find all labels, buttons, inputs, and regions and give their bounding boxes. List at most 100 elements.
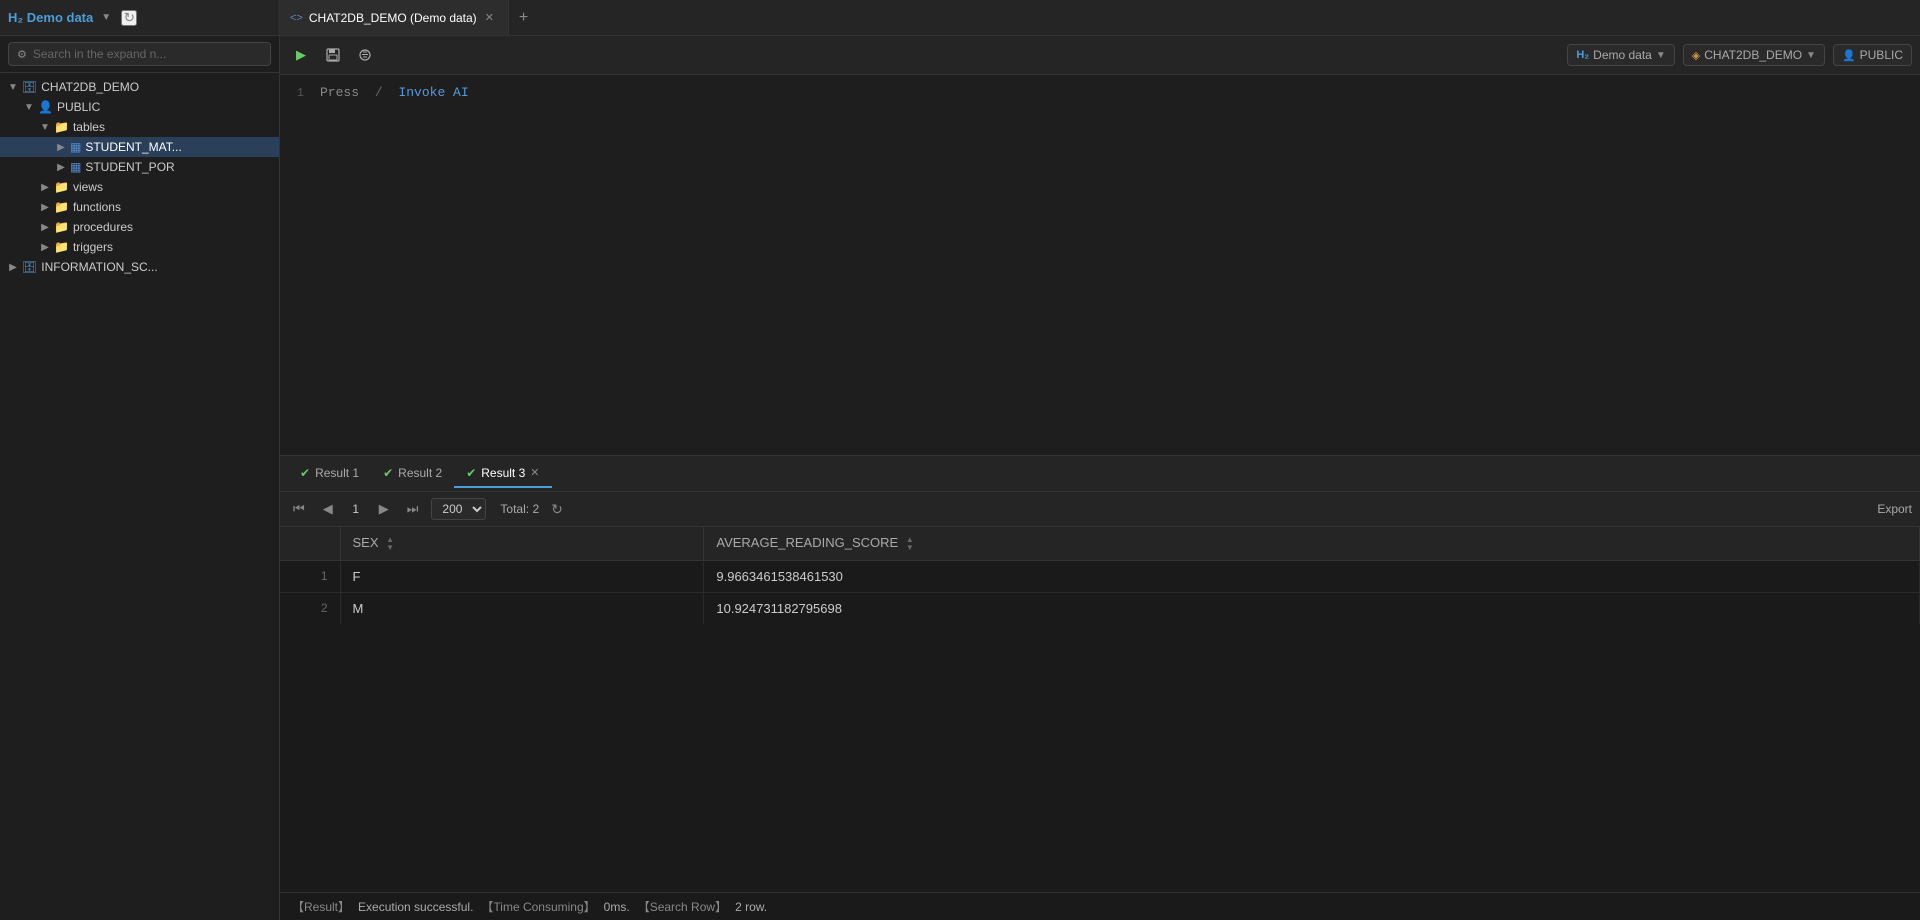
tree-node-table2[interactable]: ▦ STUDENT_POR: [0, 157, 279, 177]
user-name-label: PUBLIC: [1860, 48, 1903, 62]
table-row: 1 F 9.9663461538461530: [280, 560, 1920, 592]
run-button[interactable]: ▶: [288, 42, 314, 68]
col-header-sex[interactable]: SEX ▲▼: [340, 527, 704, 560]
tree-node-db1[interactable]: 🗄 CHAT2DB_DEMO: [0, 77, 279, 97]
tree-label-views: views: [73, 180, 103, 194]
tab-close-button[interactable]: ✕: [483, 10, 496, 25]
format-button[interactable]: [352, 42, 378, 68]
main-tab[interactable]: <> CHAT2DB_DEMO (Demo data) ✕: [278, 0, 509, 35]
user-selector[interactable]: 👤 PUBLIC: [1833, 44, 1912, 66]
tree-node-procedures[interactable]: 📁 procedures: [0, 217, 279, 237]
result-tab-close-3[interactable]: ✕: [530, 466, 539, 479]
folder-icon-procedures: 📁: [54, 220, 69, 234]
tree-label-triggers: triggers: [73, 240, 113, 254]
cell-sex-2: M: [340, 592, 704, 624]
sidebar-tree: 🗄 CHAT2DB_DEMO 👤 PUBLIC 📁 tables ▦ STUDE…: [0, 73, 279, 920]
page-size-select[interactable]: 200 100 500: [431, 498, 486, 520]
editor-area[interactable]: 1 Press / Invoke AI: [280, 75, 1920, 455]
results-area: ✔ Result 1 ✔ Result 2 ✔ Result 3 ✕ ⏮ ◀ 1: [280, 455, 1920, 892]
user-icon: 👤: [1842, 49, 1856, 62]
cell-sex-1: F: [340, 560, 704, 592]
chevron-db2: [6, 260, 20, 274]
chevron-tables: [38, 120, 52, 134]
row-num-1: 1: [280, 560, 340, 592]
main-content: ⚙ Search in the expand n... 🗄 CHAT2DB_DE…: [0, 36, 1920, 920]
result-tab-2[interactable]: ✔ Result 2: [371, 460, 454, 488]
tree-node-triggers[interactable]: 📁 triggers: [0, 237, 279, 257]
connection-info: H₂ Demo data ▼ ◈ CHAT2DB_DEMO ▼ 👤 PUBLIC: [1567, 44, 1912, 66]
folder-icon-triggers: 📁: [54, 240, 69, 254]
sort-icon-sex: ▲▼: [386, 536, 394, 552]
folder-icon-functions: 📁: [54, 200, 69, 214]
page-number: 1: [346, 500, 366, 518]
db-logo-small: H₂: [1576, 49, 1589, 61]
result-tab-label-1: Result 1: [315, 466, 359, 480]
result-check-2: ✔: [383, 466, 393, 480]
tree-label-procedures: procedures: [73, 220, 133, 234]
table-row: 2 M 10.924731182795698: [280, 592, 1920, 624]
result-tab-3[interactable]: ✔ Result 3 ✕: [454, 460, 551, 488]
chevron-procedures: [38, 220, 52, 234]
search-value: 2 row.: [735, 900, 767, 914]
next-page-button[interactable]: ▶: [374, 499, 394, 519]
connection-chevron[interactable]: [99, 11, 113, 25]
chevron-triggers: [38, 240, 52, 254]
new-tab-button[interactable]: +: [509, 0, 538, 35]
search-placeholder: Search in the expand n...: [33, 47, 166, 61]
sort-icon-avg-score: ▲▼: [906, 536, 914, 552]
last-page-button[interactable]: ⏭: [402, 499, 424, 519]
status-bar: 【Result】 Execution successful. 【Time Con…: [280, 892, 1920, 920]
first-page-button[interactable]: ⏮: [288, 499, 310, 519]
result-check-3: ✔: [466, 466, 476, 480]
editor-slash-char: /: [375, 85, 383, 100]
editor-space: [387, 85, 395, 100]
folder-icon-tables: 📁: [54, 120, 69, 134]
cell-avg-2: 10.924731182795698: [704, 592, 1920, 624]
data-table: SEX ▲▼ AVERAGE_READING_SCORE ▲▼ 1: [280, 527, 1920, 624]
tree-node-schema1[interactable]: 👤 PUBLIC: [0, 97, 279, 117]
tree-label-table2: STUDENT_POR: [85, 160, 174, 174]
line-number-1: 1: [280, 86, 320, 100]
editor-invoke-text: Invoke AI: [398, 85, 468, 100]
tree-node-table1[interactable]: ▦ STUDENT_MAT...: [0, 137, 279, 157]
tree-label-functions: functions: [73, 200, 121, 214]
search-label: 【Search Row】: [638, 898, 727, 915]
tree-label-table1: STUDENT_MAT...: [85, 140, 181, 154]
schema-icon-header: ◈: [1692, 49, 1700, 62]
folder-icon-views: 📁: [54, 180, 69, 194]
tree-label-tables: tables: [73, 120, 105, 134]
tree-node-db2[interactable]: 🗄 INFORMATION_SC...: [0, 257, 279, 277]
tree-node-functions[interactable]: 📁 functions: [0, 197, 279, 217]
sidebar-header: ⚙ Search in the expand n...: [0, 36, 279, 73]
result-label: 【Result】: [292, 898, 350, 915]
editor-slash: [363, 85, 371, 100]
result-check-1: ✔: [300, 466, 310, 480]
prev-page-button[interactable]: ◀: [318, 499, 338, 519]
refresh-results-button[interactable]: ↻: [547, 499, 567, 520]
title-bar-left: H₂ Demo data ↻: [8, 10, 278, 26]
tree-node-tables[interactable]: 📁 tables: [0, 117, 279, 137]
result-tab-label-2: Result 2: [398, 466, 442, 480]
total-count-label: Total: 2: [500, 502, 539, 516]
tab-label: CHAT2DB_DEMO (Demo data): [309, 11, 477, 25]
db-chevron: ▼: [1656, 50, 1666, 61]
col-header-avg-score[interactable]: AVERAGE_READING_SCORE ▲▼: [704, 527, 1920, 560]
result-tab-1[interactable]: ✔ Result 1: [288, 460, 371, 488]
chevron-table1: [54, 140, 68, 154]
refresh-button[interactable]: ↻: [121, 10, 137, 26]
tree-node-views[interactable]: 📁 views: [0, 177, 279, 197]
data-table-wrapper[interactable]: SEX ▲▼ AVERAGE_READING_SCORE ▲▼ 1: [280, 527, 1920, 892]
db-name-label: Demo data: [1593, 48, 1652, 62]
export-button[interactable]: Export: [1877, 502, 1912, 516]
db-selector[interactable]: H₂ Demo data ▼: [1567, 44, 1674, 66]
result-value: Execution successful.: [358, 900, 473, 914]
search-box[interactable]: ⚙ Search in the expand n...: [8, 42, 271, 66]
save-button[interactable]: [320, 42, 346, 68]
tree-label-db1: CHAT2DB_DEMO: [41, 80, 139, 94]
search-icon: ⚙: [17, 48, 27, 61]
title-bar: H₂ Demo data ↻ <> CHAT2DB_DEMO (Demo dat…: [0, 0, 1920, 36]
col-header-rownum: [280, 527, 340, 560]
schema-selector[interactable]: ◈ CHAT2DB_DEMO ▼: [1683, 44, 1825, 66]
row-num-2: 2: [280, 592, 340, 624]
db-icon: 🗄: [22, 80, 37, 94]
